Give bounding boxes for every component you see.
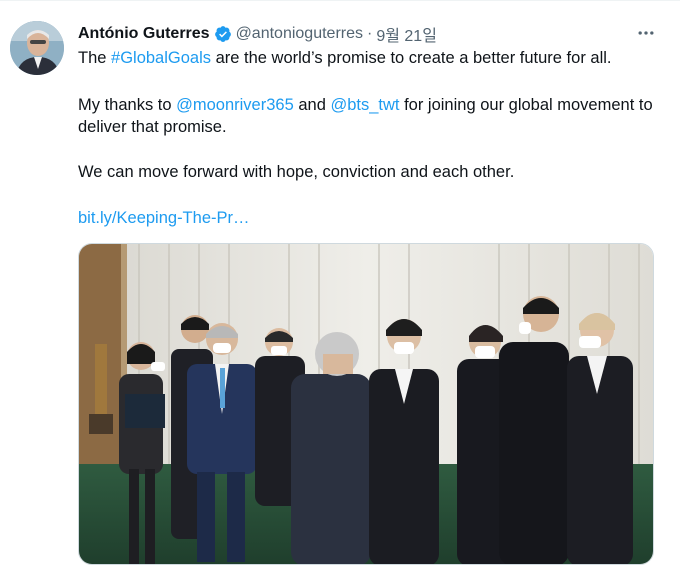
photo-image: [79, 244, 653, 564]
text-segment: My thanks to: [78, 96, 177, 114]
author-display-name[interactable]: António Guterres: [78, 25, 210, 43]
external-link[interactable]: bit.ly/Keeping-The-Pr…: [78, 207, 250, 229]
text-segment: The: [78, 49, 112, 67]
header-separator: ·: [367, 25, 373, 42]
tweet-photo[interactable]: [78, 243, 654, 565]
tweet-line-1: The #GlobalGoals are the world’s promise…: [78, 47, 612, 69]
tweet-line-2: My thanks to @moonriver365 and @bts_twt …: [78, 94, 658, 138]
verified-badge-icon: [214, 25, 232, 43]
tweet-line-3: We can move forward with hope, convictio…: [78, 163, 515, 181]
tweet-date[interactable]: 9월 21일: [376, 22, 437, 46]
more-options-icon[interactable]: [634, 21, 658, 45]
text-segment: are the world’s promise to create a bett…: [211, 49, 612, 67]
text-segment: and: [293, 96, 331, 114]
tweet-header: António Guterres @antonioguterres · 9월 2…: [78, 23, 437, 45]
profile-avatar[interactable]: [10, 21, 64, 75]
avatar-image: [10, 21, 64, 75]
author-handle[interactable]: @antonioguterres: [236, 25, 363, 43]
mention-link-bts[interactable]: @bts_twt: [330, 96, 399, 114]
mention-link-moonriver365[interactable]: @moonriver365: [176, 96, 294, 114]
tweet-card: António Guterres @antonioguterres · 9월 2…: [0, 0, 680, 572]
hashtag-link[interactable]: #GlobalGoals: [111, 49, 211, 67]
